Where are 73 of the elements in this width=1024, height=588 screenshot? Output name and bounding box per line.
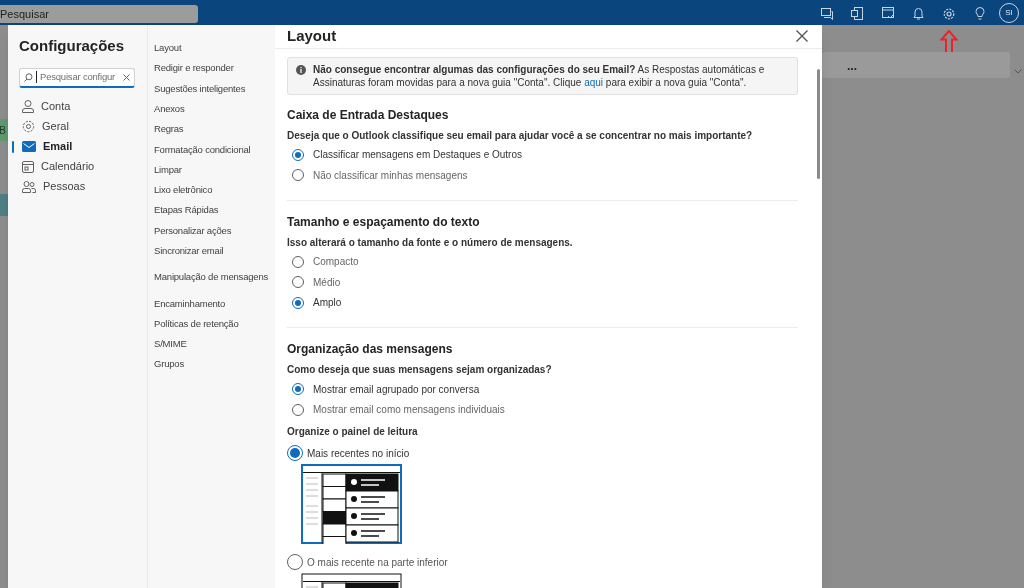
nav-item[interactable]: Redigir e responder	[154, 58, 275, 79]
nav-item[interactable]: Anexos	[154, 98, 275, 120]
option-label[interactable]: Compacto	[313, 254, 359, 270]
nav-item[interactable]: Políticas de retenção	[154, 313, 275, 335]
nav-item[interactable]: Lixo eletrônico	[154, 180, 275, 201]
search-field[interactable]: Pesquisar	[0, 5, 198, 23]
option-label[interactable]: Amplo	[313, 295, 342, 311]
radio-button[interactable]	[292, 148, 304, 161]
close-icon[interactable]	[123, 73, 130, 81]
question: Como deseja que suas mensagens sejam organizadas?	[287, 363, 553, 377]
option-label[interactable]: Mais recentes no início	[307, 445, 410, 461]
nav-item[interactable]: S/MIME	[154, 334, 275, 355]
placeholder: Pesquisar configur	[40, 69, 117, 84]
option-label[interactable]: Mostrar email como mensagens individuais	[313, 402, 505, 418]
nav-item[interactable]: Manipulação de mensagens	[154, 267, 275, 288]
envelope-icon	[22, 141, 36, 152]
option-label[interactable]: Não classificar minhas mensagens	[313, 167, 468, 183]
nav-item[interactable]: Limpar	[154, 159, 275, 181]
chevron-icon	[1014, 69, 1022, 74]
person-icon	[22, 100, 34, 113]
people-icon	[22, 180, 36, 193]
more-button[interactable]: ...	[847, 57, 857, 75]
section-title: Caixa de Entrada Destaques	[287, 106, 450, 122]
calendar-check-icon[interactable]	[882, 7, 895, 20]
search-icon	[24, 72, 33, 82]
avatar	[0, 194, 8, 216]
radio-button[interactable]	[287, 445, 303, 461]
radio-button[interactable]	[292, 255, 304, 268]
scrollbar[interactable]	[817, 69, 820, 179]
document-icon[interactable]	[851, 7, 863, 20]
question: Organize o painel de leitura	[287, 425, 419, 439]
nav-item[interactable]: Grupos	[154, 354, 275, 375]
radio-button[interactable]	[292, 383, 304, 396]
info-message: Não consegue encontrar algumas das configurações do seu Email? As Respostas automáticas e Assinaturas foram movidas para a nova guia "Conta". Clique aqui para exibir a nova guia "Conta".	[313, 62, 766, 89]
nav-item[interactable]: Encaminhamento	[154, 293, 275, 314]
option-label[interactable]: Classificar mensagens em Destaques e Outros	[313, 147, 522, 163]
panel-title: Layout	[287, 26, 337, 46]
nav-item[interactable]: Sugestões inteligentes	[154, 78, 275, 99]
radio-button[interactable]	[292, 296, 304, 309]
lightbulb-icon[interactable]	[975, 7, 985, 20]
dialog-title: Configurações	[19, 36, 125, 56]
info-icon	[296, 64, 306, 75]
option-label[interactable]: Mostrar email agrupado por conversa	[313, 381, 480, 397]
section-title: Tamanho e espaçamento do texto	[287, 213, 481, 229]
nav-item[interactable]: Formatação condicional	[154, 139, 275, 160]
settings-icon[interactable]	[943, 8, 955, 20]
category-item[interactable]: Geral	[8, 116, 147, 137]
nav-item[interactable]: Personalizar ações	[154, 220, 275, 241]
radio-button[interactable]	[292, 403, 304, 416]
radio-button[interactable]	[292, 276, 304, 289]
radio-button[interactable]	[292, 169, 304, 182]
section-title: Organização das mensagens	[287, 341, 454, 356]
option-label[interactable]: Médio	[313, 274, 341, 290]
category-item[interactable]: Calendário	[8, 156, 147, 177]
option-label[interactable]: O mais recente na parte inferior	[307, 554, 448, 570]
bell-icon[interactable]	[913, 7, 924, 20]
link[interactable]: aqui	[584, 76, 604, 88]
avatar: B	[0, 119, 8, 141]
category-item[interactable]: Conta	[8, 96, 147, 117]
nav-item[interactable]: Layout	[154, 38, 275, 59]
category-item[interactable]: Email	[8, 136, 147, 157]
chat-icon[interactable]	[821, 8, 834, 20]
settings-icon	[22, 120, 35, 133]
search-field[interactable]: Pesquisar configur	[19, 67, 135, 88]
question: Deseja que o Outlook classifique seu email para ajudar você a se concentrar no mais importante?	[287, 128, 754, 143]
category-item[interactable]: Pessoas	[8, 176, 147, 197]
calendar-icon	[22, 160, 34, 173]
close-icon[interactable]	[796, 30, 808, 43]
nav-item[interactable]: Regras	[154, 119, 275, 140]
nav-item[interactable]: Sincronizar email	[154, 240, 275, 262]
nav-item[interactable]: Etapas Rápidas	[154, 200, 275, 221]
question: Isso alterará o tamanho da fonte e o número de mensagens.	[287, 235, 574, 250]
radio-button[interactable]	[287, 554, 303, 570]
